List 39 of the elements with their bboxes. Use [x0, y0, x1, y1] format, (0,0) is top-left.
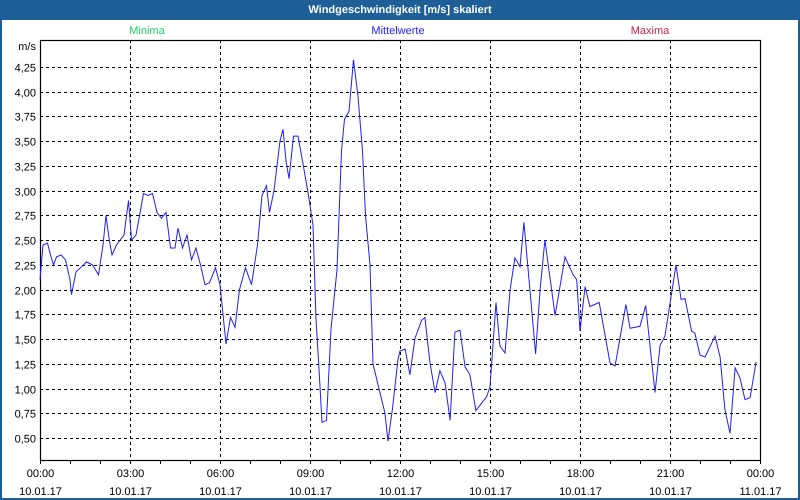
x-tick-label: 18:00 [566, 468, 594, 480]
y-tick-label: 3,50 [14, 136, 36, 148]
x-tick-label: 03:00 [116, 468, 144, 480]
y-tick-label: 3,75 [14, 112, 36, 124]
y-tick-label: 0,50 [14, 434, 36, 446]
y-tick-label: 1,75 [14, 310, 36, 322]
x-tick-label: 15:00 [476, 468, 504, 480]
x-date-label: 10.01.17 [289, 486, 332, 498]
y-tick-label: 2,25 [14, 260, 36, 272]
y-tick-label: 2,50 [14, 236, 36, 248]
x-date-label: 10.01.17 [469, 486, 512, 498]
y-tick-label: 3,25 [14, 162, 36, 174]
y-tick-label: 4,00 [14, 88, 36, 100]
y-tick-label: 1,00 [14, 384, 36, 396]
window-title: Windgeschwindigkeit [m/s] skaliert [308, 2, 492, 18]
legend-label: Minima [129, 25, 165, 37]
x-date-label: 10.01.17 [19, 486, 62, 498]
y-axis-label: m/s [18, 41, 36, 53]
x-tick-label: 21:00 [656, 468, 684, 480]
x-date-label: 10.01.17 [559, 486, 602, 498]
x-tick-label: 00:00 [26, 468, 54, 480]
x-date-label: 11.01.17 [740, 486, 782, 498]
x-tick-label: 12:00 [386, 468, 414, 480]
x-date-label: 10.01.17 [649, 486, 692, 498]
y-tick-label: 0,75 [14, 408, 36, 420]
y-tick-label: 3,00 [14, 186, 36, 198]
y-tick-label: 2,00 [14, 286, 36, 298]
y-tick-label: 4,25 [14, 62, 36, 74]
y-tick-label: 1,50 [14, 334, 36, 346]
y-tick-label: 1,25 [14, 360, 36, 372]
x-tick-label: 09:00 [296, 468, 324, 480]
x-date-label: 10.01.17 [379, 486, 422, 498]
y-tick-label: 2,75 [14, 210, 36, 222]
x-date-label: 10.01.17 [199, 486, 242, 498]
legend-label: Mittelwerte [371, 25, 425, 37]
x-tick-label: 06:00 [206, 468, 234, 480]
x-date-label: 10.01.17 [109, 486, 152, 498]
x-tick-label: 00:00 [746, 468, 774, 480]
legend-label: Maxima [630, 25, 670, 37]
